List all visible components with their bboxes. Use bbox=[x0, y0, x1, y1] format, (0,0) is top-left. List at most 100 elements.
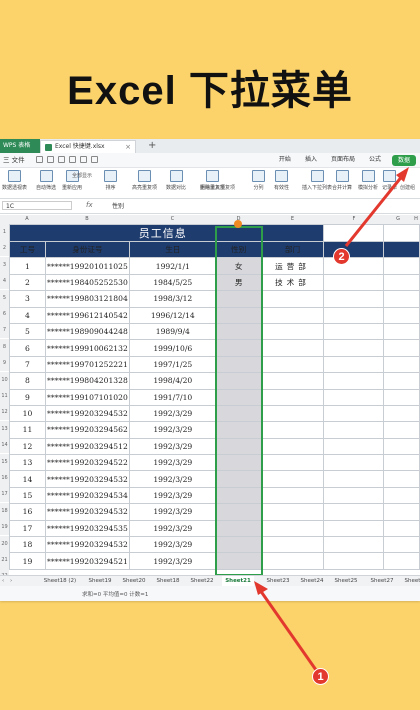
row-number[interactable]: 6 bbox=[0, 306, 9, 322]
cell-birthday[interactable]: 1992/3/29 bbox=[128, 437, 217, 456]
column-header-E[interactable]: E bbox=[261, 215, 324, 224]
cell-id[interactable]: 1 bbox=[9, 257, 46, 275]
cell-gender[interactable] bbox=[215, 306, 262, 324]
header-cell[interactable]: 身份证号 bbox=[44, 240, 130, 259]
cell-gender[interactable]: 男 bbox=[215, 273, 262, 292]
cell-idcard[interactable]: ******199203294532 bbox=[44, 404, 130, 423]
cell-idcard[interactable]: ******199203294562 bbox=[44, 421, 130, 439]
blank-cell[interactable] bbox=[383, 372, 420, 390]
file-tab[interactable]: Excel 快捷键.xlsx × bbox=[40, 140, 136, 153]
sheet-tab-8[interactable]: Sheet25 bbox=[330, 576, 362, 586]
blank-cell[interactable] bbox=[383, 404, 420, 423]
cell-id[interactable]: 19 bbox=[9, 552, 46, 570]
sheet-tab-4[interactable]: Sheet22 bbox=[186, 576, 218, 586]
formula-input[interactable]: 性别 bbox=[112, 201, 124, 210]
blank-cell[interactable] bbox=[383, 437, 420, 456]
cell-idcard[interactable]: ******199107101020 bbox=[44, 388, 130, 406]
cell-gender[interactable] bbox=[215, 290, 262, 308]
cell-gender[interactable] bbox=[215, 355, 262, 374]
blank-cell[interactable] bbox=[383, 273, 420, 292]
header-cell[interactable]: 工号 bbox=[9, 240, 46, 259]
blank-cell[interactable] bbox=[323, 372, 385, 390]
row-number[interactable]: 1 bbox=[0, 224, 9, 240]
blank-cell[interactable] bbox=[323, 486, 385, 505]
header-cell[interactable]: 性别 bbox=[215, 240, 262, 259]
blank-cell[interactable] bbox=[383, 339, 420, 357]
cell-id[interactable]: 15 bbox=[9, 486, 46, 505]
cell-idcard[interactable]: ******199910062132 bbox=[44, 339, 130, 357]
sheet-tab-2[interactable]: Sheet20 bbox=[118, 576, 150, 586]
blank-cell[interactable] bbox=[323, 552, 385, 570]
cell-id[interactable]: 8 bbox=[9, 372, 46, 390]
blank-cell[interactable] bbox=[383, 388, 420, 406]
cell-id[interactable]: 5 bbox=[9, 322, 46, 341]
blank-cell[interactable] bbox=[383, 355, 420, 374]
cell-idcard[interactable]: ******198405252530 bbox=[44, 273, 130, 292]
cell-id[interactable]: 6 bbox=[9, 339, 46, 357]
tab-1[interactable]: 插入 bbox=[298, 153, 324, 167]
sheet-tab-6[interactable]: Sheet23 bbox=[262, 576, 294, 586]
tab-3[interactable]: 公式 bbox=[362, 153, 388, 167]
blank-cell[interactable] bbox=[323, 404, 385, 423]
cell-dept[interactable] bbox=[260, 470, 325, 488]
cell-id[interactable]: 10 bbox=[9, 404, 46, 423]
row-number[interactable]: 3 bbox=[0, 256, 9, 273]
blank-cell[interactable] bbox=[323, 454, 385, 472]
row-number[interactable]: 11 bbox=[0, 388, 9, 404]
row-number[interactable]: 21 bbox=[0, 552, 9, 568]
blank-cell[interactable] bbox=[323, 306, 385, 324]
cell-birthday[interactable]: 1996/12/14 bbox=[128, 306, 217, 324]
cell-gender[interactable] bbox=[215, 519, 262, 538]
preview-icon[interactable] bbox=[69, 156, 76, 163]
column-header-G[interactable]: G bbox=[384, 215, 412, 224]
column-header-H[interactable]: H bbox=[412, 215, 420, 224]
cell-dept[interactable] bbox=[260, 536, 325, 554]
row-number[interactable]: 17 bbox=[0, 486, 9, 503]
tab-4[interactable]: 数据 bbox=[391, 154, 416, 166]
cell-idcard[interactable]: ******199203294522 bbox=[44, 454, 130, 472]
cell-gender[interactable] bbox=[215, 372, 262, 390]
blank-cell[interactable] bbox=[383, 470, 420, 488]
header-cell[interactable]: 部门 bbox=[260, 240, 325, 259]
cell-id[interactable]: 11 bbox=[9, 421, 46, 439]
row-number[interactable]: 7 bbox=[0, 322, 9, 339]
ribbon-button-9[interactable]: 插入下拉列表 bbox=[302, 170, 332, 191]
blank-cell[interactable] bbox=[323, 257, 385, 275]
cell-gender[interactable] bbox=[215, 421, 262, 439]
cell-dept[interactable] bbox=[260, 503, 325, 521]
ribbon-button-11[interactable]: 模拟分析 bbox=[358, 170, 378, 191]
sheet-tab-9[interactable]: Sheet27 bbox=[366, 576, 398, 586]
cell-birthday[interactable]: 1992/1/1 bbox=[128, 257, 217, 275]
redo-icon[interactable] bbox=[91, 156, 98, 163]
cell-idcard[interactable]: ******199203294535 bbox=[44, 519, 130, 538]
blank-cell[interactable] bbox=[323, 421, 385, 439]
blank-cell[interactable] bbox=[383, 519, 420, 538]
cell-birthday[interactable]: 1992/3/29 bbox=[128, 421, 217, 439]
ribbon-button-7[interactable]: 分列 bbox=[252, 170, 265, 191]
blank-cell[interactable] bbox=[323, 437, 385, 456]
open-icon[interactable] bbox=[36, 156, 43, 163]
blank-cell[interactable] bbox=[383, 421, 420, 439]
cell-idcard[interactable]: ******199612140542 bbox=[44, 306, 130, 324]
cell-dept[interactable]: 运营部 bbox=[260, 257, 325, 275]
new-tab-button[interactable]: + bbox=[148, 139, 156, 153]
row-number[interactable]: 12 bbox=[0, 404, 9, 421]
name-box[interactable]: 1C bbox=[2, 201, 72, 210]
blank-cell[interactable] bbox=[323, 470, 385, 488]
cell-birthday[interactable]: 1992/3/29 bbox=[128, 454, 217, 472]
row-number[interactable]: 4 bbox=[0, 273, 9, 290]
blank-cell[interactable] bbox=[323, 355, 385, 374]
sheet-tab-7[interactable]: Sheet24 bbox=[296, 576, 328, 586]
fx-icon[interactable]: fx bbox=[86, 201, 93, 209]
cell-gender[interactable] bbox=[215, 388, 262, 406]
cell-idcard[interactable]: ******199203294512 bbox=[44, 437, 130, 456]
cell-dept[interactable] bbox=[260, 552, 325, 570]
header-cell[interactable]: 生日 bbox=[128, 240, 217, 259]
cell-id[interactable]: 14 bbox=[9, 470, 46, 488]
cell-gender[interactable] bbox=[215, 552, 262, 570]
ribbon-button-1[interactable]: 自动筛选 bbox=[36, 170, 56, 191]
ribbon-button-8[interactable]: 有效性 bbox=[274, 170, 289, 191]
blank-cell[interactable] bbox=[383, 486, 420, 505]
column-header-F[interactable]: F bbox=[324, 215, 384, 224]
cell-dept[interactable] bbox=[260, 404, 325, 423]
